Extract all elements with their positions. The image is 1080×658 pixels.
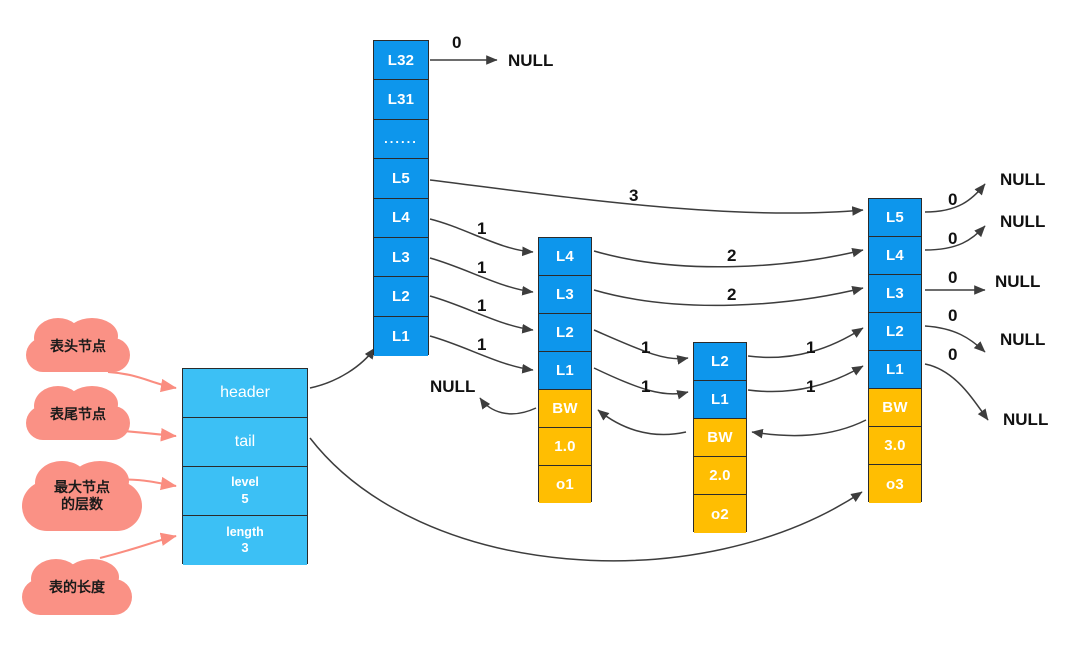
arrow-cloud-length: [99, 532, 177, 560]
struct-tail-key: tail: [234, 433, 256, 451]
o2-cell-l2: L2: [694, 343, 746, 381]
null-label-right-4: NULL: [1000, 330, 1046, 349]
span-header-l3-o1: 1: [477, 258, 487, 277]
o3-cell-l1: L1: [869, 351, 921, 389]
cloud-length-text: 表的长度: [49, 579, 105, 596]
node-o3: L5 L4 L3 L2 L1 BW 3.0 o3: [868, 198, 922, 503]
o1-cell-l1: L1: [539, 352, 591, 390]
span-o1-l3-o3: 2: [727, 285, 737, 304]
header-cell-ellipsis: ......: [374, 119, 428, 160]
cloud-tail-text: 表尾节点: [50, 406, 106, 423]
o3-cell-score: 3.0: [869, 427, 921, 465]
header-cell-l32: L32: [374, 41, 428, 81]
span-header-l5-o3: 3: [629, 186, 639, 205]
o3-cell-l4: L4: [869, 237, 921, 275]
span-o1-l4-o3: 2: [727, 246, 737, 265]
o2-cell-member: o2: [694, 495, 746, 533]
null-label-right-3: NULL: [995, 272, 1041, 291]
span-o3-l4-null: 0: [948, 229, 958, 248]
struct-cell-level: level 5: [183, 467, 307, 516]
cloud-tail-label: 表尾节点: [22, 384, 134, 446]
span-o3-l5-null: 0: [948, 190, 958, 209]
o1-cell-backward: BW: [539, 390, 591, 428]
skiplist-struct-box: header tail level 5 length 3: [182, 368, 308, 565]
cloud-header-label: 表头节点: [22, 316, 134, 378]
arrow-o1-bw-null: [479, 397, 537, 415]
null-label-o1-backward: NULL: [430, 377, 476, 396]
o2-cell-l1: L1: [694, 381, 746, 419]
span-header-l1-o1: 1: [477, 335, 487, 354]
span-o1-l2-o2: 1: [641, 338, 651, 357]
header-cell-l3: L3: [374, 237, 428, 278]
header-node: L32 L31 ...... L5 L4 L3 L2 L1: [373, 40, 429, 357]
o2-cell-score: 2.0: [694, 457, 746, 495]
o1-cell-member: o1: [539, 466, 591, 503]
struct-cell-header: header: [183, 369, 307, 418]
header-cell-l5: L5: [374, 159, 428, 199]
span-o3-l2-null: 0: [948, 306, 958, 325]
span-header-l2-o1: 1: [477, 296, 487, 315]
o1-cell-l2: L2: [539, 314, 591, 352]
o3-cell-member: o3: [869, 465, 921, 503]
arrow-o2-bw-o1: [597, 409, 687, 436]
struct-level-key: level: [231, 475, 259, 490]
span-header-l32-null: 0: [452, 33, 462, 52]
cloud-level-label: 最大节点 的层数: [18, 455, 146, 537]
cloud-level-text: 最大节点 的层数: [54, 478, 110, 513]
span-o3-l3-null: 0: [948, 268, 958, 287]
o3-cell-l2: L2: [869, 313, 921, 351]
null-label-right-2: NULL: [1000, 212, 1046, 231]
null-label-right-5: NULL: [1003, 410, 1049, 429]
cloud-length-label: 表的长度: [18, 556, 136, 620]
struct-length-key: length: [226, 524, 264, 539]
arrow-header-l5-o3l5: [429, 179, 864, 216]
o1-cell-l3: L3: [539, 276, 591, 314]
header-cell-l4: L4: [374, 198, 428, 238]
struct-cell-tail: tail: [183, 418, 307, 467]
header-cell-l31: L31: [374, 80, 428, 120]
struct-cell-length: length 3: [183, 516, 307, 565]
o1-cell-l4: L4: [539, 238, 591, 276]
arrow-struct-header-to-headernode: [309, 347, 376, 389]
struct-level-value: 5: [241, 490, 249, 506]
arrow-o3-bw-o2: [751, 419, 867, 439]
struct-length-value: 3: [241, 540, 249, 556]
span-o2-l2-o3: 1: [806, 338, 816, 357]
span-header-l4-o1: 1: [477, 219, 487, 238]
span-o2-l1-o3: 1: [806, 377, 816, 396]
null-label-right-1: NULL: [1000, 170, 1046, 189]
o2-cell-backward: BW: [694, 419, 746, 457]
o3-cell-l5: L5: [869, 199, 921, 237]
null-label-top: NULL: [508, 51, 554, 70]
header-cell-l1: L1: [374, 316, 428, 357]
o1-cell-score: 1.0: [539, 428, 591, 466]
span-o1-l1-o2: 1: [641, 377, 651, 396]
skiplist-diagram: 表头节点 表尾节点 最大节点 的层数 表的长度 header tail leve…: [0, 0, 1080, 658]
cloud-header-text: 表头节点: [50, 338, 106, 355]
struct-header-key: header: [220, 384, 270, 402]
header-cell-l2: L2: [374, 277, 428, 317]
span-o3-l1-null: 0: [948, 345, 958, 364]
node-o2: L2 L1 BW 2.0 o2: [693, 342, 747, 533]
node-o1: L4 L3 L2 L1 BW 1.0 o1: [538, 237, 592, 503]
o3-cell-l3: L3: [869, 275, 921, 313]
o3-cell-backward: BW: [869, 389, 921, 427]
arrow-o3l1-null: [924, 363, 989, 421]
